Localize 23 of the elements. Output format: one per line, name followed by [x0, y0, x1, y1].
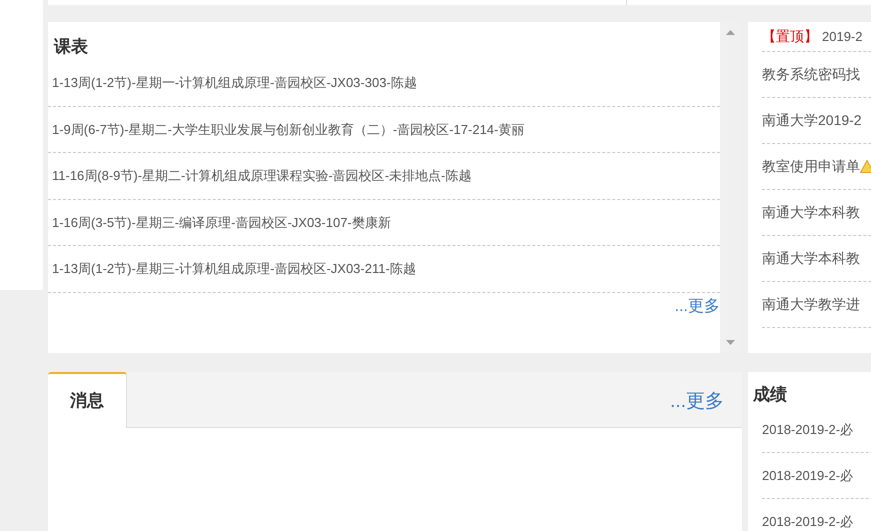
notice-link[interactable]: 教务系统密码找	[762, 64, 860, 85]
course-entry[interactable]: 1-13周(1-2节)-星期三-计算机组成原理-啬园校区-JX03-211-陈越	[52, 259, 416, 278]
course-entry[interactable]: 1-16周(3-5节)-星期三-编译原理-啬园校区-JX03-107-樊康新	[52, 212, 391, 232]
grade-entry[interactable]: 2018-2019-2-必	[762, 420, 854, 440]
scroll-down-icon[interactable]	[726, 340, 734, 345]
notice-link[interactable]: 南通大学本科教	[762, 202, 860, 223]
notice-link[interactable]: 南通大学2019-2	[762, 110, 862, 131]
notice-link[interactable]: 南通大学本科教	[762, 248, 860, 269]
notice-link[interactable]: 南通大学教学进	[762, 294, 860, 315]
more-link[interactable]: ...更多	[674, 294, 720, 318]
course-entry[interactable]: 1-9周(6-7节)-星期二-大学生职业发展与创新创业教育（二）-啬园校区-17-214-黄丽	[52, 120, 524, 139]
course-entry[interactable]: 11-16周(8-9节)-星期二-计算机组成原理课程实验-啬园校区-未排地点-陈越	[52, 166, 472, 186]
grade-entry[interactable]: 2018-2019-2-必	[762, 512, 854, 531]
grade-entry[interactable]: 2018-2019-2-必	[762, 466, 854, 486]
scroll-up-icon[interactable]	[726, 30, 734, 35]
panel-title: 课表	[54, 36, 88, 58]
panel-title: 成绩	[753, 384, 787, 406]
tab[interactable]: 消息	[48, 372, 127, 428]
notice-link[interactable]: 教室使用申请单	[762, 156, 860, 177]
more-link[interactable]: ...更多	[670, 388, 724, 416]
course-entry[interactable]: 1-13周(1-2节)-星期一-计算机组成原理-啬园校区-JX03-303-陈越	[52, 73, 417, 92]
pinned-tag: 【置顶】	[762, 26, 818, 47]
notice-link[interactable]: 2019-2	[822, 26, 862, 46]
